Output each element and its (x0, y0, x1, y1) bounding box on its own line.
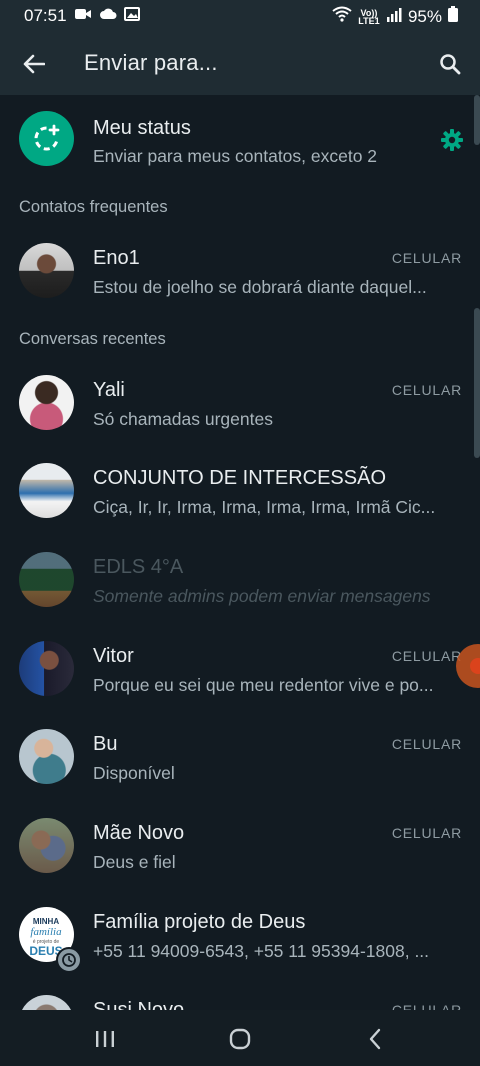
app-bar: Enviar para... (0, 32, 480, 95)
chat-row-susi-novo[interactable]: Susi Novo CELULAR (0, 979, 480, 1010)
contact-type-badge: CELULAR (391, 382, 462, 398)
contact-name: Eno1 (93, 247, 140, 269)
chat-row-bu[interactable]: Bu Disponível CELULAR (0, 713, 480, 801)
avatar (19, 729, 74, 784)
chat-name: Susi Novo (93, 999, 185, 1010)
record-dot-icon (470, 658, 480, 674)
chat-members: +55 11 94009-6543, +55 11 95394-1808, ..… (93, 941, 430, 961)
chat-about: Só chamadas urgentes (93, 409, 273, 429)
chat-name: Mãe Novo (93, 822, 185, 844)
page-title: Enviar para... (84, 50, 218, 75)
image-icon (123, 6, 140, 26)
my-status-title: Meu status (93, 117, 191, 139)
status-bar: 07:51 Vo)) LTE1 95% (0, 0, 480, 32)
status-avatar (19, 111, 74, 166)
scrollbar-top[interactable] (474, 95, 480, 145)
home-icon[interactable] (225, 1024, 255, 1054)
recent-apps-icon[interactable] (90, 1024, 120, 1054)
contact-list[interactable]: Meu status Enviar para meus contatos, ex… (0, 95, 480, 1010)
avatar (19, 243, 74, 298)
chat-name: CONJUNTO DE INTERCESSÃO (93, 467, 386, 489)
chat-row-mae-novo[interactable]: Mãe Novo Deus e fiel CELULAR (0, 802, 480, 890)
wifi-icon (332, 6, 352, 27)
svg-text:MINHA: MINHA (33, 917, 59, 926)
battery-percent: 95% (407, 6, 442, 26)
back-arrow-icon[interactable] (18, 48, 50, 80)
avatar (19, 818, 74, 873)
avatar (19, 995, 74, 1010)
chat-row-vitor[interactable]: Vitor Porque eu sei que meu redentor viv… (0, 625, 480, 713)
signal-icon (386, 7, 402, 27)
clock: 07:51 (24, 6, 67, 25)
my-status-row[interactable]: Meu status Enviar para meus contatos, ex… (0, 95, 480, 183)
system-nav-bar (0, 1010, 480, 1066)
chat-about: Disponível (93, 763, 175, 783)
network-label: Vo)) LTE1 (358, 7, 380, 26)
chat-about: Porque eu sei que meu redentor vive e po… (93, 675, 434, 695)
chat-name: Família projeto de Deus (93, 911, 306, 933)
contact-type-badge: CELULAR (391, 736, 462, 752)
cloud-icon (99, 6, 117, 26)
chat-row-conjunto-de-intercessao[interactable]: CONJUNTO DE INTERCESSÃO Ciça, Ir, Ir, Ir… (0, 447, 480, 535)
my-status-subtitle: Enviar para meus contatos, exceto 2 (93, 146, 378, 166)
chat-row-yali[interactable]: Yali Só chamadas urgentes CELULAR (0, 359, 480, 447)
contact-about: Estou de joelho se dobrará diante daquel… (93, 277, 427, 297)
chat-row-familia-projeto-de-deus[interactable]: MINHA família é projeto de DEUS Família … (0, 891, 480, 979)
chat-members: Ciça, Ir, Ir, Irma, Irma, Irma, Irma, Ir… (93, 497, 436, 517)
video-camera-icon (74, 6, 92, 26)
contact-type-badge: CELULAR (391, 648, 462, 664)
scrollbar-thumb[interactable] (474, 308, 480, 458)
chat-name: Vitor (93, 645, 134, 667)
section-frequent-contacts: Contatos frequentes (19, 198, 168, 216)
settings-gear-icon[interactable] (440, 128, 464, 157)
timer-badge-icon (56, 947, 82, 973)
avatar (19, 641, 74, 696)
group-avatar (19, 463, 74, 518)
chat-about: Deus e fiel (93, 852, 176, 872)
chat-restriction-note: Somente admins podem enviar mensagens (93, 586, 431, 606)
add-status-icon (34, 124, 60, 151)
contact-type-badge: CELULAR (391, 1002, 462, 1010)
back-icon[interactable] (360, 1024, 390, 1054)
group-avatar (19, 552, 74, 607)
contact-type-badge: CELULAR (391, 250, 462, 266)
chat-name: EDLS 4°A (93, 556, 184, 578)
chat-name: Yali (93, 379, 125, 401)
search-icon[interactable] (434, 48, 466, 80)
svg-text:família: família (30, 926, 62, 938)
chat-name: Bu (93, 733, 118, 755)
chat-row-edls-4a: EDLS 4°A Somente admins podem enviar men… (0, 536, 480, 624)
section-recent-chats: Conversas recentes (19, 330, 166, 348)
contact-type-badge: CELULAR (391, 825, 462, 841)
avatar (19, 375, 74, 430)
contact-row-eno1[interactable]: Eno1 Estou de joelho se dobrará diante d… (0, 227, 480, 315)
battery-icon (448, 6, 458, 27)
